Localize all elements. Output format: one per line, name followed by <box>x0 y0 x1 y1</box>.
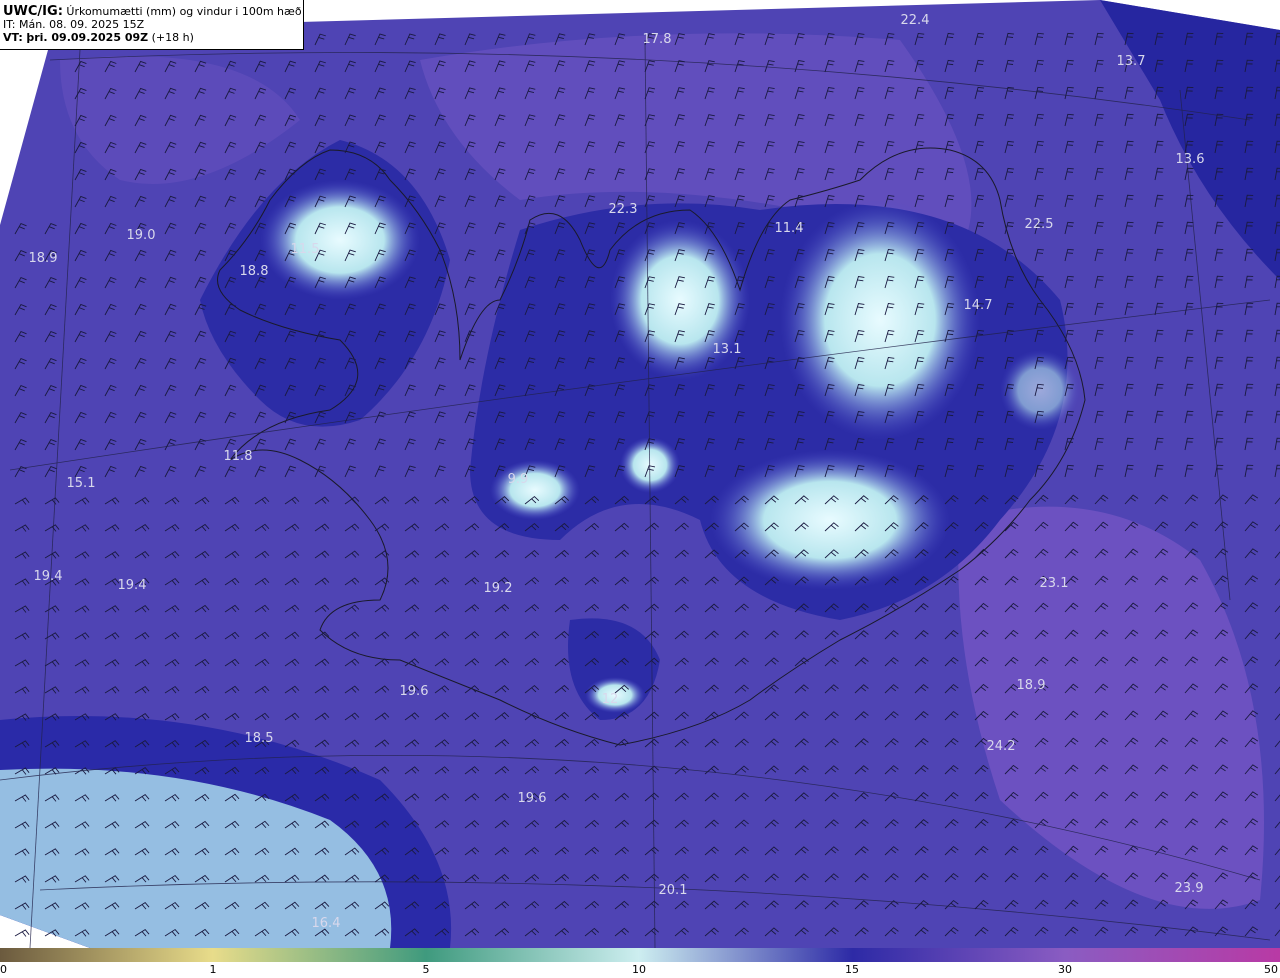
precip-value-label: 13.7 <box>1117 54 1146 69</box>
colorbar-strip <box>0 948 1280 962</box>
precip-value-label: 17.8 <box>643 32 672 47</box>
precip-value-label: 23.9 <box>1175 881 1204 896</box>
precip-value-label: 11.5 <box>291 242 320 257</box>
vatnajokull-snow <box>710 450 950 590</box>
precip-value-label: 19.2 <box>484 581 513 596</box>
precip-value-label: 12 <box>602 692 619 707</box>
colorbar-tick-label: 1 <box>209 963 217 976</box>
westfjords-snow <box>260 180 420 300</box>
precip-value-label: 18.9 <box>29 251 58 266</box>
valid-time: þri. 09.09.2025 09Z <box>26 31 149 44</box>
precip-value-label: 18.9 <box>1017 678 1046 693</box>
colorbar-tick-label: 15 <box>845 963 859 976</box>
langjokull-snow <box>490 460 580 520</box>
colorbar-tick-label: 5 <box>422 963 430 976</box>
east-fjords-snow <box>1000 350 1080 430</box>
colorbar: 0 1 5 10 15 30 50 <box>0 948 1280 978</box>
precip-value-label: 22.5 <box>1025 217 1054 232</box>
precip-value-label: 19.4 <box>118 578 147 593</box>
map-title-box: UWC/IG: Úrkomumætti (mm) og vindur i 100… <box>0 0 304 50</box>
colorbar-tick-label: 50 <box>1264 963 1278 976</box>
precip-value-label: 22.3 <box>609 202 638 217</box>
product-name: Úrkomumætti (mm) og vindur i 100m hæð <box>66 5 302 18</box>
valid-label: VT: <box>3 31 23 44</box>
precip-value-label: 11.8 <box>224 449 253 464</box>
precip-value-label: 19.6 <box>518 791 547 806</box>
precip-value-label: 9.9 <box>508 472 529 487</box>
precip-value-label: 24.2 <box>987 739 1016 754</box>
precip-value-label: 15.1 <box>67 476 96 491</box>
northeast-highland-snow <box>780 200 980 440</box>
precip-value-label: 23.1 <box>1040 576 1069 591</box>
precip-value-label: 18.5 <box>245 731 274 746</box>
colorbar-tick-label: 10 <box>632 963 646 976</box>
lead-time: (+18 h) <box>151 31 194 44</box>
model-name: UWC/IG: <box>3 4 63 19</box>
colorbar-tick-label: 30 <box>1058 963 1072 976</box>
precip-value-label: 20.1 <box>659 883 688 898</box>
init-time: IT: Mán. 08. 09. 2025 15Z <box>3 18 145 31</box>
precip-value-label: 13.6 <box>1176 152 1205 167</box>
precip-value-label: 16.4 <box>312 916 341 931</box>
precip-value-label: 19.0 <box>127 228 156 243</box>
precip-value-label: 18.8 <box>240 264 269 279</box>
precip-value-label: 13.1 <box>713 342 742 357</box>
precipitation-wind-map: 22.4 17.8 13.7 13.6 19.0 18.9 11.5 18.8 22.3 11.4… <box>0 0 1280 948</box>
precip-value-label: 11.4 <box>775 221 804 236</box>
colorbar-tick-label: 0 <box>0 963 7 976</box>
precip-value-label: 19.4 <box>34 569 63 584</box>
precip-value-label: 19.6 <box>400 684 429 699</box>
precip-value-label: 14.7 <box>964 298 993 313</box>
precip-value-label: 22.4 <box>901 13 930 28</box>
